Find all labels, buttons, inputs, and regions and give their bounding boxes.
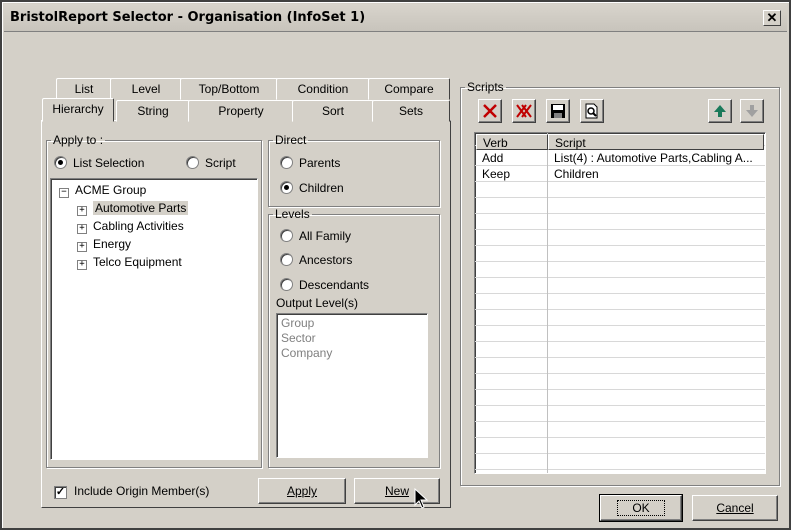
apply-to-label: Apply to : bbox=[53, 133, 104, 147]
list-selection-label: List Selection bbox=[73, 156, 145, 170]
radio-dot bbox=[280, 253, 293, 266]
all-family-radio[interactable]: All Family bbox=[280, 229, 351, 243]
tab-property[interactable]: Property bbox=[188, 100, 294, 122]
expand-icon[interactable]: + bbox=[77, 242, 87, 252]
tree-node-label: ACME Group bbox=[75, 183, 147, 197]
script-row-verb[interactable]: Add bbox=[482, 151, 544, 166]
tab-top-bottom[interactable]: Top/Bottom bbox=[180, 78, 278, 100]
radio-dot-selected bbox=[280, 181, 293, 194]
column-header-script[interactable]: Script bbox=[548, 134, 764, 150]
descendants-radio[interactable]: Descendants bbox=[280, 278, 369, 292]
delete-icon bbox=[483, 104, 497, 118]
window-title: BristolReport Selector - Organisation (I… bbox=[10, 10, 366, 25]
save-button[interactable] bbox=[546, 99, 570, 123]
children-label: Children bbox=[299, 181, 344, 195]
move-down-button[interactable] bbox=[740, 99, 764, 123]
grid-lines bbox=[475, 133, 765, 473]
script-row-text[interactable]: Children bbox=[554, 167, 760, 182]
tree-node-label: Energy bbox=[93, 237, 132, 251]
script-radio[interactable]: Script bbox=[186, 156, 236, 170]
parents-radio[interactable]: Parents bbox=[280, 156, 340, 170]
include-origin-checkbox[interactable]: ✓ bbox=[54, 486, 67, 499]
move-up-icon bbox=[714, 105, 726, 117]
tree-node-label: Cabling Activities bbox=[93, 219, 184, 233]
parents-label: Parents bbox=[299, 156, 341, 170]
output-level-item[interactable]: Company bbox=[281, 346, 427, 361]
output-levels-list[interactable]: Group Sector Company bbox=[276, 313, 428, 458]
apply-button[interactable]: Apply bbox=[258, 478, 346, 504]
preview-button[interactable] bbox=[580, 99, 604, 123]
mouse-cursor-icon bbox=[414, 488, 429, 509]
delete-button[interactable] bbox=[478, 99, 502, 123]
scripts-grid[interactable]: Verb Script Add List(4) : Automotive Par… bbox=[474, 132, 766, 474]
cancel-button-label: Cancel bbox=[716, 501, 754, 515]
ancestors-label: Ancestors bbox=[299, 253, 353, 267]
direct-group: Direct bbox=[268, 133, 440, 207]
script-label: Script bbox=[205, 156, 236, 170]
script-row-text[interactable]: List(4) : Automotive Parts,Cabling A... bbox=[554, 151, 760, 166]
tab-sort[interactable]: Sort bbox=[292, 100, 374, 122]
include-origin-label: Include Origin Member(s) bbox=[74, 484, 210, 498]
title-bar[interactable]: BristolReport Selector - Organisation (I… bbox=[4, 4, 787, 32]
column-divider bbox=[547, 133, 548, 473]
cancel-button[interactable]: Cancel bbox=[692, 495, 778, 521]
apply-button-label: Apply bbox=[286, 484, 318, 498]
scripts-label: Scripts bbox=[467, 80, 504, 94]
radio-dot bbox=[280, 156, 293, 169]
delete-all-button[interactable] bbox=[512, 99, 536, 123]
output-level-item[interactable]: Sector bbox=[281, 331, 427, 346]
column-header-verb[interactable]: Verb bbox=[476, 134, 548, 150]
tree-node-root[interactable]: − ACME Group bbox=[59, 181, 146, 199]
radio-dot bbox=[280, 229, 293, 242]
move-down-icon bbox=[746, 105, 758, 117]
descendants-label: Descendants bbox=[299, 278, 370, 292]
tree-node-energy[interactable]: + Energy bbox=[77, 235, 131, 253]
ok-button[interactable]: OK bbox=[599, 494, 683, 522]
direct-label: Direct bbox=[275, 133, 307, 147]
output-level-item[interactable]: Group bbox=[281, 316, 427, 331]
tree-node-automotive-parts[interactable]: + Automotive Parts bbox=[77, 199, 189, 217]
radio-dot bbox=[186, 156, 199, 169]
save-icon bbox=[551, 104, 565, 118]
children-radio[interactable]: Children bbox=[280, 181, 344, 195]
move-up-button[interactable] bbox=[708, 99, 732, 123]
radio-dot-selected bbox=[54, 156, 67, 169]
all-family-label: All Family bbox=[299, 229, 352, 243]
delete-all-icon bbox=[516, 104, 532, 118]
tree-node-telco-equipment[interactable]: + Telco Equipment bbox=[77, 253, 182, 271]
output-levels-label: Output Level(s) bbox=[276, 296, 359, 310]
script-row-verb[interactable]: Keep bbox=[482, 167, 544, 182]
tab-string[interactable]: String bbox=[116, 100, 190, 122]
new-button-label: New bbox=[384, 484, 409, 498]
close-button[interactable]: ✕ bbox=[763, 10, 781, 26]
tab-list[interactable]: List bbox=[56, 78, 112, 100]
levels-label: Levels bbox=[275, 207, 310, 221]
tab-condition[interactable]: Condition bbox=[276, 78, 370, 100]
preview-icon bbox=[585, 103, 598, 119]
tab-level[interactable]: Level bbox=[110, 78, 182, 100]
tab-hierarchy[interactable]: Hierarchy bbox=[42, 98, 114, 122]
collapse-icon[interactable]: − bbox=[59, 188, 69, 198]
radio-dot bbox=[280, 278, 293, 291]
ancestors-radio[interactable]: Ancestors bbox=[280, 253, 352, 267]
tree-node-cabling-activities[interactable]: + Cabling Activities bbox=[77, 217, 184, 235]
expand-icon[interactable]: + bbox=[77, 260, 87, 270]
list-selection-radio[interactable]: List Selection bbox=[54, 156, 144, 170]
expand-icon[interactable]: + bbox=[77, 224, 87, 234]
tree-node-label: Telco Equipment bbox=[93, 255, 182, 269]
expand-icon[interactable]: + bbox=[77, 206, 87, 216]
tree-node-label: Automotive Parts bbox=[93, 201, 189, 215]
ok-button-label: OK bbox=[617, 500, 665, 516]
tab-sets[interactable]: Sets bbox=[372, 100, 450, 122]
tab-compare[interactable]: Compare bbox=[368, 78, 450, 100]
dialog-window: BristolReport Selector - Organisation (I… bbox=[0, 0, 791, 530]
